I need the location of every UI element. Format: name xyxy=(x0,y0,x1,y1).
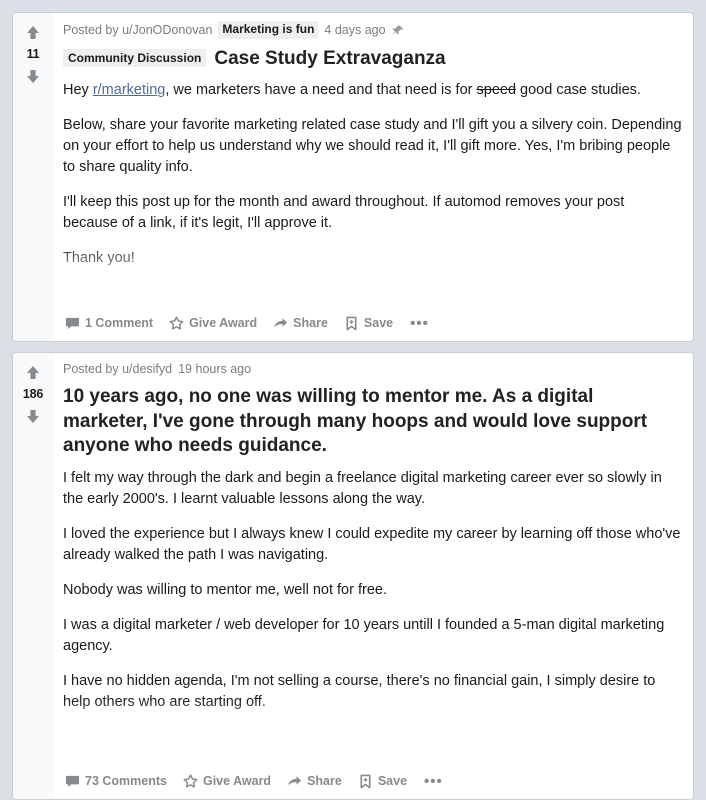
text-run: I have no hidden agenda, I'm not selling… xyxy=(63,673,656,711)
paragraph: Nobody was willing to mentor me, well no… xyxy=(63,580,683,601)
paragraph: Hey r/marketing, we marketers have a nee… xyxy=(63,80,683,101)
upvote-icon[interactable] xyxy=(23,23,43,43)
text-run: Thank you! xyxy=(63,249,135,266)
post-meta: Posted by u/JonODonovan Marketing is fun… xyxy=(63,21,683,39)
comments-button[interactable]: 73 Comments xyxy=(59,770,173,793)
post-flair[interactable]: Community Discussion xyxy=(63,48,207,67)
post-actions: 1 Comment Give Award Share Save ••• xyxy=(59,305,683,341)
upvote-icon[interactable] xyxy=(23,363,43,383)
vote-rail: 186 xyxy=(13,353,53,799)
vote-score: 11 xyxy=(26,47,40,61)
save-button[interactable]: Save xyxy=(338,312,399,335)
save-label: Save xyxy=(363,316,394,330)
post-author[interactable]: Posted by u/JonODonovan xyxy=(63,22,212,38)
text-run: Below, share your favorite marketing rel… xyxy=(63,116,682,175)
paragraph: Below, share your favorite marketing rel… xyxy=(63,115,683,178)
give-award-label: Give Award xyxy=(189,316,258,330)
post-body: Posted by u/desifyd 19 hours ago 10 year… xyxy=(53,353,693,799)
post-content: Hey r/marketing, we marketers have a nee… xyxy=(63,80,683,305)
post-timestamp: 19 hours ago xyxy=(178,362,252,376)
comments-label: 73 Comments xyxy=(85,774,167,788)
text-run: good case studies. xyxy=(516,81,641,98)
paragraph: I'll keep this post up for the month and… xyxy=(63,192,683,234)
post-feed: 11 Posted by u/JonODonovan Marketing is … xyxy=(0,0,706,800)
post-actions: 73 Comments Give Award Share Save ••• xyxy=(59,763,683,799)
save-button[interactable]: Save xyxy=(352,770,413,793)
more-options-button[interactable]: ••• xyxy=(417,770,450,793)
paragraph: I have no hidden agenda, I'm not selling… xyxy=(63,671,683,713)
comments-label: 1 Comment xyxy=(85,316,154,330)
post-title[interactable]: 10 years ago, no one was willing to ment… xyxy=(63,385,683,458)
paragraph: I was a digital marketer / web developer… xyxy=(63,615,683,657)
more-options-button[interactable]: ••• xyxy=(403,312,436,335)
strikethrough-text: speed xyxy=(476,81,517,98)
save-label: Save xyxy=(377,774,408,788)
post-timestamp: 4 days ago xyxy=(324,22,386,37)
share-button[interactable]: Share xyxy=(281,770,348,793)
post-body: Posted by u/JonODonovan Marketing is fun… xyxy=(53,13,693,341)
comments-button[interactable]: 1 Comment xyxy=(59,312,159,335)
downvote-icon[interactable] xyxy=(23,406,43,426)
give-award-button[interactable]: Give Award xyxy=(163,312,263,335)
downvote-icon[interactable] xyxy=(23,66,43,86)
post-content: I felt my way through the dark and begin… xyxy=(63,468,683,763)
post-paragraphs: Hey r/marketing, we marketers have a nee… xyxy=(63,80,683,269)
vote-rail: 11 xyxy=(13,13,53,341)
post-card[interactable]: 186 Posted by u/desifyd 19 hours ago 10 … xyxy=(12,352,694,800)
give-award-label: Give Award xyxy=(202,774,272,788)
post-meta: Posted by u/desifyd 19 hours ago xyxy=(63,361,683,377)
text-run: Hey xyxy=(63,81,93,98)
text-run: , we marketers have a need and that need… xyxy=(165,81,477,98)
author-flair: Marketing is fun xyxy=(218,21,319,39)
vote-score: 186 xyxy=(22,387,44,401)
post-paragraphs: I felt my way through the dark and begin… xyxy=(63,468,683,713)
give-award-button[interactable]: Give Award xyxy=(177,770,277,793)
share-label: Share xyxy=(293,316,328,330)
post-title[interactable]: Case Study Extravaganza xyxy=(214,47,445,70)
post-author[interactable]: Posted by u/desifyd xyxy=(63,361,172,377)
paragraph: I felt my way through the dark and begin… xyxy=(63,468,683,510)
text-run: I'll keep this post up for the month and… xyxy=(63,193,625,231)
text-run: Nobody was willing to mentor me, well no… xyxy=(63,582,387,599)
post-title-row: 10 years ago, no one was willing to ment… xyxy=(63,385,683,458)
text-run: I felt my way through the dark and begin… xyxy=(63,470,662,508)
share-label: Share xyxy=(307,774,342,788)
post-title-row: Community Discussion Case Study Extravag… xyxy=(63,47,683,70)
share-button[interactable]: Share xyxy=(267,312,334,335)
paragraph: Thank you! xyxy=(63,248,683,269)
post-card[interactable]: 11 Posted by u/JonODonovan Marketing is … xyxy=(12,12,694,342)
paragraph: I loved the experience but I always knew… xyxy=(63,524,683,566)
text-run: I loved the experience but I always knew… xyxy=(63,526,681,564)
subreddit-link[interactable]: r/marketing xyxy=(93,82,166,98)
text-run: I was a digital marketer / web developer… xyxy=(63,617,665,655)
pin-icon xyxy=(392,24,404,36)
